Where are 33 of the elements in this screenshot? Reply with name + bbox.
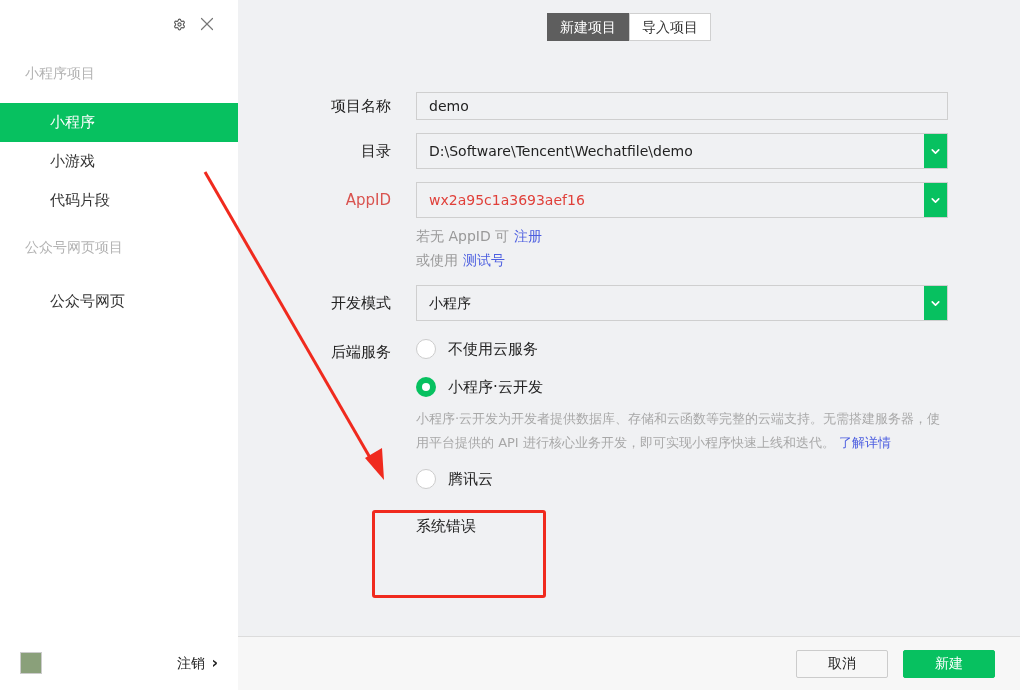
details-link[interactable]: 了解详情 [839,435,891,450]
field-label: 后端服务 [330,342,391,363]
tab[interactable]: 新建项目 [547,13,629,41]
select-field[interactable]: D:\Software\Tencent\Wechatfile\demo [416,133,948,169]
settings-icon[interactable] [173,17,186,31]
cancel-button[interactable]: 取消 [796,649,888,678]
sidebar-item[interactable]: 代码片段 [0,181,238,220]
select-field[interactable]: wx2a95c1a3693aef16 [416,182,948,218]
logout-link[interactable]: 注销 › [177,651,218,675]
radio-button[interactable] [416,469,436,489]
hint-text: 或使用 [416,250,458,270]
hint-link[interactable]: 注册 [514,225,543,247]
hint-link[interactable]: 测试号 [463,249,505,271]
hint-text: 若无 AppID 可 [416,226,510,246]
radio-option[interactable]: 腾讯云 [416,465,948,493]
sidebar-item[interactable]: 小游戏 [0,142,238,181]
radio-button[interactable] [416,339,436,359]
field-label: 项目名称 [330,95,391,117]
section-title: 小程序项目 [24,64,96,83]
input-field[interactable]: demo [416,92,948,120]
select-field[interactable]: 小程序 [416,285,948,321]
avatar-photo-placeholder [20,652,42,674]
radio-option[interactable]: 不使用云服务 [416,335,948,363]
field-label: 开发模式 [330,292,391,314]
field-label: 目录 [360,140,391,162]
error-message: 系统错误 [416,516,477,537]
description-text: 小程序·云开发为开发者提供数据库、存储和云函数等完整的云端支持。无需搭建服务器，使用平台提供的 API 进行核心业务开发，即可实现小程序快速上线和迭代。 了解详情 [416,410,942,452]
tab[interactable]: 导入项目 [629,13,711,41]
radio-button[interactable] [416,377,436,397]
field-label: AppID [344,189,391,211]
radio-option[interactable]: 小程序·云开发 [416,373,948,401]
section-title: 公众号网页项目 [24,238,124,257]
sidebar-item[interactable]: 公众号网页 [0,282,238,321]
